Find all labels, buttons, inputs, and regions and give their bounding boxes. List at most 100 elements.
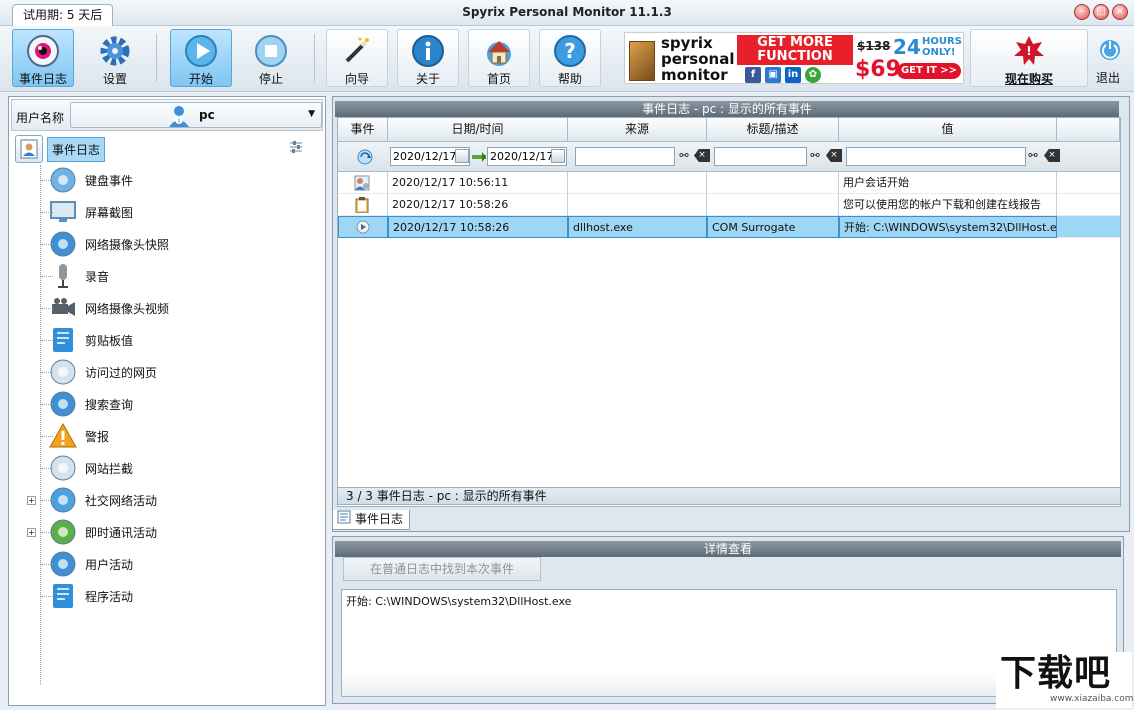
tree-connector <box>41 532 53 533</box>
settings-label: 设置 <box>102 72 127 86</box>
tree-item[interactable]: 键盘事件 <box>49 165 133 195</box>
row-title <box>707 172 839 194</box>
tree-item[interactable]: 社交网络活动 <box>49 485 157 515</box>
clear-filter-icon[interactable]: × <box>1044 149 1060 162</box>
tree-root-event-log[interactable]: 事件日志 <box>15 135 106 163</box>
calendar-to-icon[interactable] <box>551 149 565 163</box>
program-activity-icon <box>49 582 77 610</box>
user-info-icon: i <box>167 105 191 130</box>
tree-item[interactable]: 剪贴板值 <box>49 325 133 355</box>
tree-connector <box>41 564 53 565</box>
tree-item[interactable]: 搜索查询 <box>49 389 133 419</box>
get-it-button[interactable]: GET IT >> <box>897 63 961 79</box>
eye-icon <box>26 34 60 68</box>
about-button[interactable]: 关于 <box>397 29 459 87</box>
tree-connector <box>41 404 53 405</box>
clipboard-icon <box>49 326 77 354</box>
tree-item-label: 搜索查询 <box>85 397 134 412</box>
video-camera-icon <box>49 294 77 322</box>
user-dropdown-value: pc <box>199 108 215 122</box>
facebook-icon[interactable]: f <box>745 67 761 83</box>
tree-item[interactable]: 网络摄像头视频 <box>49 293 169 323</box>
tree-item[interactable]: 网络摄像头快照 <box>49 229 169 259</box>
journal-small-icon <box>337 510 351 530</box>
row-datetime: 2020/12/17 10:56:11 <box>388 172 568 194</box>
tree-item[interactable]: 录音 <box>49 261 109 291</box>
tree-connector <box>41 468 53 469</box>
linkedin-icon[interactable]: in <box>785 67 801 83</box>
stop-button[interactable]: 停止 <box>240 29 302 87</box>
chat-icon <box>49 518 77 546</box>
refresh-filter-icon[interactable] <box>356 148 374 169</box>
home-button[interactable]: 首页 <box>468 29 530 87</box>
tree-item[interactable]: 警报 <box>49 421 109 451</box>
table-row[interactable]: 2020/12/17 10:58:26 您可以使用您的帐户下载和创建在线报告 <box>338 194 1120 216</box>
wizard-label: 向导 <box>344 72 369 86</box>
binoculars-icon[interactable]: ⚯ <box>1026 149 1040 163</box>
sale-price: $69 <box>855 57 901 82</box>
tree-item[interactable]: 访问过的网页 <box>49 357 157 387</box>
tree-item[interactable]: 屏幕截图 <box>49 197 133 227</box>
event-log-label: 事件日志 <box>18 72 67 86</box>
binoculars-icon[interactable]: ⚯ <box>677 149 691 163</box>
clear-filter-icon[interactable]: × <box>694 149 710 162</box>
binoculars-icon[interactable]: ⚯ <box>808 149 822 163</box>
column-header-datetime[interactable]: 日期/时间 <box>388 118 568 142</box>
source-filter-input[interactable] <box>575 147 675 166</box>
warning-icon <box>49 422 77 450</box>
play-icon <box>184 34 218 68</box>
vk-icon[interactable]: ▣ <box>765 67 781 83</box>
start-button[interactable]: 开始 <box>170 29 232 87</box>
microphone-icon <box>49 262 77 290</box>
exit-button[interactable]: 退出 <box>1088 29 1128 87</box>
help-button[interactable]: ? 帮助 <box>539 29 601 87</box>
table-row[interactable]: 2020/12/17 10:58:26 dllhost.exe COM Surr… <box>338 216 1120 238</box>
svg-text:?: ? <box>564 39 576 63</box>
tree-item[interactable]: 程序活动 <box>49 581 133 611</box>
user-dropdown[interactable]: i pc ▼ <box>70 102 322 128</box>
info-icon <box>411 34 445 68</box>
icq-icon[interactable]: ✿ <box>805 67 821 83</box>
help-icon: ? <box>553 34 587 68</box>
event-log-button[interactable]: 事件日志 <box>12 29 74 87</box>
block-site-icon <box>49 454 77 482</box>
tree-item-label: 警报 <box>85 429 110 444</box>
close-button[interactable]: × <box>1112 4 1128 20</box>
row-value: 开始: C:\WINDOWS\system32\DllHost.exe <box>839 216 1057 238</box>
old-price: $138 <box>857 39 891 53</box>
brand-line-3: monitor <box>661 66 728 84</box>
tree-item-label: 屏幕截图 <box>85 205 134 220</box>
tree-item[interactable]: 即时通讯活动 <box>49 517 157 547</box>
expand-toggle[interactable]: + <box>27 528 36 537</box>
row-source <box>568 194 707 216</box>
settings-button[interactable]: 设置 <box>84 29 146 87</box>
table-row[interactable]: 2020/12/17 10:56:11 用户会话开始 <box>338 172 1120 194</box>
tree-item-label: 访问过的网页 <box>85 365 158 380</box>
home-icon <box>482 34 516 68</box>
tree-item[interactable]: 网站拦截 <box>49 453 133 483</box>
tree-item-label: 录音 <box>85 269 110 284</box>
column-header-value[interactable]: 值 <box>839 118 1057 142</box>
tree-connector <box>41 500 53 501</box>
column-header-event[interactable]: 事件 <box>338 118 388 142</box>
title-bar: 试用期: 5 天后 Spyrix Personal Monitor 11.1.3… <box>0 0 1134 26</box>
clear-filter-icon[interactable]: × <box>826 149 842 162</box>
title-filter-input[interactable] <box>714 147 807 166</box>
expand-toggle[interactable]: + <box>27 496 36 505</box>
minimize-button[interactable]: – <box>1074 4 1090 20</box>
tree-connector <box>41 596 53 597</box>
promo-banner[interactable]: spyrix personal monitor GET MORE FUNCTIO… <box>624 32 964 84</box>
find-in-log-button[interactable]: 在普通日志中找到本次事件 <box>343 557 541 581</box>
tree-connector <box>41 212 53 213</box>
calendar-from-icon[interactable] <box>455 149 469 163</box>
tree-item[interactable]: 用户活动 <box>49 549 133 579</box>
tab-event-log[interactable]: 事件日志 <box>332 510 411 530</box>
column-header-source[interactable]: 来源 <box>568 118 707 142</box>
hours-suffix-2: ONLY! <box>922 47 956 58</box>
wizard-button[interactable]: 向导 <box>326 29 388 87</box>
filter-settings-icon[interactable] <box>289 141 303 153</box>
value-filter-input[interactable] <box>846 147 1026 166</box>
maximize-button[interactable]: □ <box>1093 4 1109 20</box>
column-header-title[interactable]: 标题/描述 <box>707 118 839 142</box>
buy-now-button[interactable]: ! 现在购买 <box>970 29 1088 87</box>
